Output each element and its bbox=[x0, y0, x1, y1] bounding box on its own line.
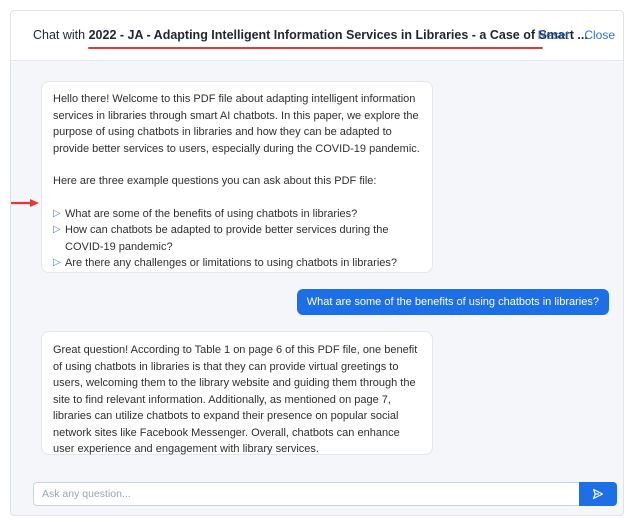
chat-title-prefix: Chat with bbox=[33, 28, 86, 42]
example-question-3[interactable]: ▷ Are there any challenges or limitation… bbox=[53, 255, 421, 272]
welcome-intro: Hello there! Welcome to this PDF file ab… bbox=[53, 93, 420, 155]
header-actions: Reset Close bbox=[526, 28, 615, 42]
red-arrow-icon bbox=[11, 199, 39, 207]
composer bbox=[33, 482, 617, 506]
example-question-2[interactable]: ▷ How can chatbots be adapted to provide… bbox=[53, 222, 421, 255]
red-underline-annotation bbox=[88, 47, 543, 49]
reset-button[interactable]: Reset bbox=[538, 28, 569, 42]
user-message: What are some of the benefits of using c… bbox=[296, 289, 609, 315]
chat-header: Chat with 2022 - JA - Adapting Intellige… bbox=[11, 11, 623, 61]
example-question-text: How can chatbots be adapted to provide b… bbox=[65, 224, 389, 253]
play-triangle-icon: ▷ bbox=[53, 224, 61, 235]
welcome-message: Hello there! Welcome to this PDF file ab… bbox=[41, 81, 433, 273]
play-triangle-icon: ▷ bbox=[53, 207, 61, 219]
close-button[interactable]: Close bbox=[584, 28, 615, 42]
welcome-lead-in: Here are three example questions you can… bbox=[53, 175, 377, 187]
assistant-answer: Great question! According to Table 1 on … bbox=[41, 331, 433, 455]
send-icon bbox=[592, 488, 604, 500]
document-title: 2022 - JA - Adapting Intelligent Informa… bbox=[88, 28, 588, 42]
example-question-text: Are there any challenges or limitations … bbox=[65, 257, 398, 269]
chat-title: Chat with 2022 - JA - Adapting Intellige… bbox=[33, 28, 588, 42]
question-input[interactable] bbox=[33, 482, 579, 506]
example-question-text: What are some of the benefits of using c… bbox=[65, 207, 358, 220]
play-triangle-icon: ▷ bbox=[53, 257, 61, 268]
chat-window: Chat with 2022 - JA - Adapting Intellige… bbox=[10, 10, 624, 516]
send-button[interactable] bbox=[579, 482, 617, 506]
example-question-1[interactable]: ▷ What are some of the benefits of using… bbox=[53, 206, 421, 223]
